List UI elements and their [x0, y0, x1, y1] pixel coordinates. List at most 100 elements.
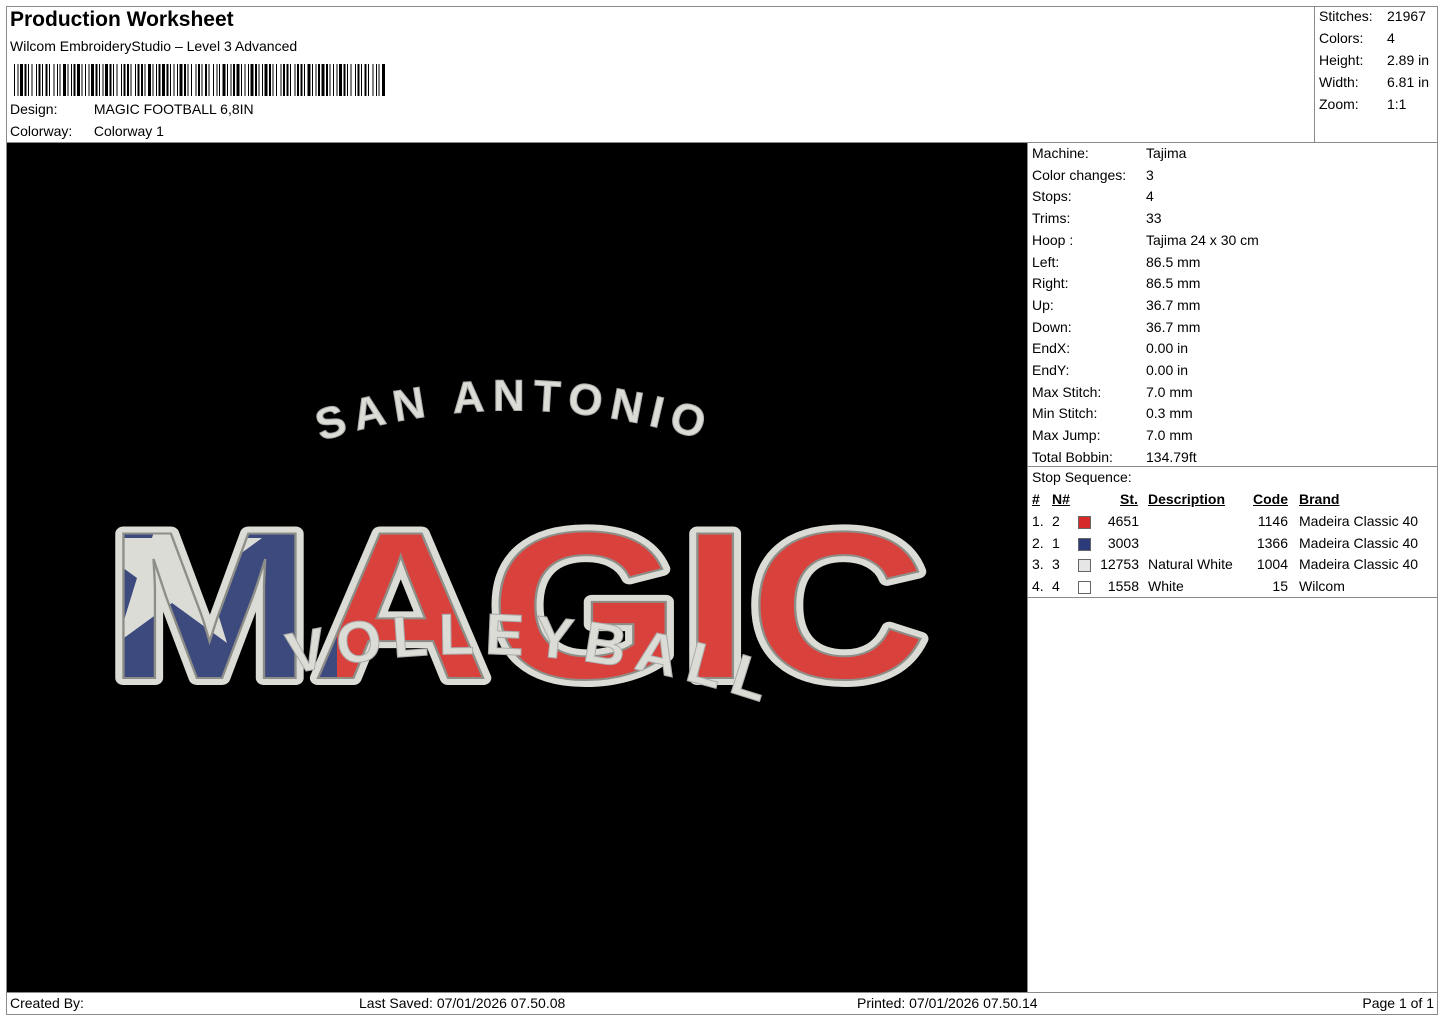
info-value: 36.7 mm [1146, 296, 1201, 313]
info-value: 4 [1146, 188, 1154, 205]
info-label: EndX: [1032, 340, 1071, 357]
info-value: 33 [1146, 210, 1162, 227]
col-header-st: St. [1120, 491, 1138, 507]
stop-st-cell: 3003 [1107, 534, 1139, 551]
stop-brand-cell: Madeira Classic 40 [1299, 556, 1419, 573]
design-row: Design: MAGIC FOOTBALL 6,8IN [10, 101, 254, 117]
stop-brand-cell: Madeira Classic 40 [1299, 534, 1419, 551]
zoom-value: 1:1 [1387, 96, 1407, 112]
design-main-text: MAGIC MAGIC [100, 481, 934, 730]
zoom-row: Zoom: 1:1 [1319, 96, 1406, 112]
height-value: 2.89 in [1387, 52, 1430, 68]
preview-divider [1027, 142, 1028, 992]
stop-code-cell: 15 [1272, 578, 1288, 595]
colors-row: Colors: 4 [1319, 30, 1395, 46]
info-label: Max Jump: [1032, 427, 1101, 444]
thread-color-swatch [1078, 581, 1091, 595]
info-row: Machine: Tajima [1032, 145, 1186, 166]
info-row: Min Stitch: 0.3 mm [1032, 405, 1193, 426]
info-row: Right: 86.5 mm [1032, 275, 1200, 296]
info-label: Total Bobbin: [1032, 448, 1113, 465]
info-value: 86.5 mm [1146, 275, 1201, 292]
colors-label: Colors: [1319, 30, 1364, 46]
info-label: Right: [1032, 275, 1069, 292]
col-header-description: Description [1148, 491, 1226, 507]
design-label: Design: [10, 101, 58, 117]
info-value: 7.0 mm [1146, 383, 1193, 400]
info-row: Down: 36.7 mm [1032, 319, 1200, 340]
page-number: Page 1 of 1 [1362, 995, 1434, 1011]
stitches-label: Stitches: [1319, 8, 1373, 24]
info-value: 86.5 mm [1146, 253, 1201, 270]
info-value: 7.0 mm [1146, 427, 1193, 444]
col-header-brand: Brand [1299, 491, 1340, 507]
embroidery-design: MAGIC SAN ANTONIO MAGIC MAGIC VOLLEYBALL [100, 371, 934, 730]
stop-code-cell: 1004 [1256, 556, 1288, 573]
design-preview: MAGIC SAN ANTONIO MAGIC MAGIC VOLLEYBALL [7, 143, 1027, 992]
width-row: Width: 6.81 in [1319, 74, 1429, 90]
info-value: 0.00 in [1146, 362, 1189, 378]
colors-value: 4 [1387, 30, 1395, 46]
stop-num-cell: 1. [1032, 513, 1044, 529]
last-saved: Last Saved: 07/01/2026 07.50.08 [359, 995, 566, 1011]
info-row: Trims: 33 [1032, 210, 1162, 231]
stop-description-cell: Natural White [1148, 556, 1233, 573]
info-label: Color changes: [1032, 166, 1127, 183]
worksheet-footer: Created By: Last Saved: 07/01/2026 07.50… [6, 992, 1438, 1015]
stop-sequence-title: Stop Sequence: [1032, 469, 1132, 485]
info-row: Total Bobbin: 134.79ft [1032, 449, 1197, 470]
col-header-code: Code [1253, 491, 1288, 507]
stop-description-cell: White [1148, 578, 1184, 595]
stop-num-cell: 3. [1032, 556, 1044, 573]
stop-code-cell: 1146 [1257, 513, 1288, 529]
col-header-n: N# [1052, 491, 1070, 507]
info-value: 0.3 mm [1146, 405, 1193, 422]
zoom-label: Zoom: [1319, 96, 1359, 112]
stop-num-cell: 2. [1032, 534, 1044, 551]
info-label: Hoop : [1032, 231, 1074, 248]
info-value: Tajima [1146, 145, 1187, 161]
stop-code-cell: 1366 [1256, 534, 1288, 551]
info-row: EndY: 0.00 in [1032, 362, 1188, 383]
thread-color-swatch [1078, 516, 1091, 529]
info-label: Left: [1032, 253, 1060, 270]
stitches-row: Stitches: 21967 [1319, 8, 1426, 24]
info-row: Hoop : Tajima 24 x 30 cm [1032, 232, 1259, 253]
stop-n-cell: 1 [1052, 534, 1060, 551]
info-row: Max Jump: 7.0 mm [1032, 427, 1193, 448]
info-row: Left: 86.5 mm [1032, 254, 1200, 275]
thread-color-swatch [1078, 559, 1091, 573]
stop-st-cell: 4651 [1107, 513, 1139, 529]
info-row: Up: 36.7 mm [1032, 297, 1200, 318]
stops-divider [1027, 597, 1438, 598]
info-row: EndX: 0.00 in [1032, 340, 1188, 361]
stop-num-cell: 4. [1032, 578, 1044, 595]
stitches-value: 21967 [1387, 8, 1426, 24]
colorway-label: Colorway: [10, 123, 73, 139]
info-value: 36.7 mm [1146, 318, 1201, 335]
info-label: EndY: [1032, 362, 1070, 378]
info-label: Up: [1032, 296, 1054, 313]
width-value: 6.81 in [1387, 74, 1430, 90]
stop-st-cell: 12753 [1100, 556, 1139, 573]
info-label: Stops: [1032, 188, 1072, 205]
worksheet-header: Production Worksheet Wilcom EmbroiderySt… [6, 6, 1314, 142]
design-top-text: SAN ANTONIO [310, 371, 719, 450]
summary-panel: Stitches: 21967 Colors: 4 Height: 2.89 in W… [1314, 6, 1438, 142]
created-by: Created By: [10, 995, 84, 1011]
info-row: Color changes: 3 [1032, 167, 1154, 188]
printed-date: Printed: 07/01/2026 07.50.14 [857, 995, 1038, 1011]
page-title: Production Worksheet [10, 8, 234, 31]
info-label: Machine: [1032, 145, 1089, 161]
width-label: Width: [1319, 74, 1359, 90]
info-row: Stops: 4 [1032, 188, 1154, 209]
height-label: Height: [1319, 52, 1364, 68]
col-header-num: # [1032, 491, 1040, 507]
info-value: 134.79ft [1146, 448, 1197, 465]
info-row: Max Stitch: 7.0 mm [1032, 384, 1193, 405]
design-value: MAGIC FOOTBALL 6,8IN [93, 101, 254, 117]
info-value: 3 [1146, 166, 1154, 183]
stop-brand-cell: Wilcom [1299, 578, 1345, 595]
info-label: Max Stitch: [1032, 383, 1102, 400]
colorway-row: Colorway: Colorway 1 [10, 123, 164, 139]
